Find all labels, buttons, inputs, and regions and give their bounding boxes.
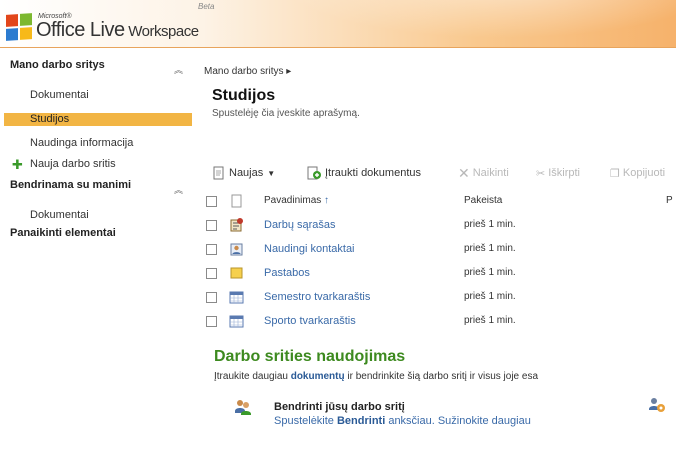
- sidebar-section-my-workspaces[interactable]: Mano darbo sritys: [10, 59, 105, 71]
- cut-button[interactable]: ✂ Iškirpti: [536, 164, 580, 182]
- task-list-icon: [230, 218, 243, 232]
- upload-icon: [307, 166, 321, 180]
- calendar-icon: [229, 291, 244, 304]
- row-modified: prieš 1 min.: [464, 291, 516, 302]
- column-header-name[interactable]: Pavadinimas ↑: [264, 195, 329, 206]
- scissors-icon: ✂: [536, 167, 546, 180]
- table-header: Pavadinimas ↑ Pakeista P: [204, 193, 676, 213]
- row-name[interactable]: Semestro tvarkaraštis: [264, 291, 370, 303]
- collapse-icon[interactable]: ︽: [174, 183, 183, 196]
- new-document-icon: [213, 166, 224, 180]
- app-header: Microsoft® Office Live Workspace Beta: [0, 0, 676, 48]
- column-header-extra[interactable]: P: [666, 195, 673, 206]
- row-name[interactable]: Naudingi kontaktai: [264, 243, 355, 255]
- contacts-icon: [230, 243, 243, 256]
- row-name[interactable]: Darbų sąrašas: [264, 219, 336, 231]
- delete-button[interactable]: ✕ Naikinti: [458, 164, 509, 182]
- table-row[interactable]: Semestro tvarkaraštis prieš 1 min.: [204, 289, 676, 309]
- copy-icon: ❐: [610, 167, 620, 180]
- sidebar-item-useful-info[interactable]: Naudinga informacija: [30, 137, 133, 149]
- row-checkbox[interactable]: [206, 220, 217, 231]
- upload-documents-button[interactable]: Įtraukti dokumentus: [306, 164, 421, 182]
- collapse-icon[interactable]: ︽: [174, 63, 183, 76]
- new-workspace-link[interactable]: Nauja darbo sritis: [30, 158, 116, 170]
- row-name[interactable]: Pastabos: [264, 267, 310, 279]
- sidebar-item-shared-documents[interactable]: Dokumentai: [30, 209, 89, 221]
- column-header-modified[interactable]: Pakeista: [464, 195, 502, 206]
- new-button[interactable]: Naujas ▼: [212, 164, 275, 182]
- table-row[interactable]: Sporto tvarkaraštis prieš 1 min.: [204, 313, 676, 333]
- header-decoration: [240, 0, 676, 48]
- product-name: Office Live Workspace: [36, 19, 199, 41]
- copy-button[interactable]: ❐ Kopijuoti: [610, 164, 665, 182]
- table-row[interactable]: Pastabos prieš 1 min.: [204, 265, 676, 285]
- plus-icon[interactable]: ✚: [12, 158, 23, 171]
- calendar-icon: [229, 315, 244, 328]
- delete-icon: ✕: [458, 164, 470, 181]
- share-workspace-title[interactable]: Bendrinti jūsų darbo sritį: [274, 401, 405, 413]
- sidebar-item-documents[interactable]: Dokumentai: [30, 89, 89, 101]
- office-live-logo[interactable]: Microsoft® Office Live Workspace: [6, 8, 199, 41]
- sidebar-section-deleted[interactable]: Panaikinti elementai: [10, 227, 116, 239]
- sidebar-item-studijos[interactable]: Studijos: [4, 113, 192, 126]
- dropdown-arrow-icon: ▼: [267, 168, 276, 178]
- row-name[interactable]: Sporto tvarkaraštis: [264, 315, 356, 327]
- usage-section-title: Darbo srities naudojimas: [214, 348, 406, 365]
- breadcrumb[interactable]: Mano darbo sritys ▸: [204, 66, 291, 77]
- table-row[interactable]: Darbų sąrašas prieš 1 min.: [204, 217, 676, 237]
- document-type-icon: [231, 194, 242, 208]
- row-modified: prieš 1 min.: [464, 315, 516, 326]
- sort-arrow-icon: ↑: [324, 195, 330, 206]
- share-workspace-icon: [235, 400, 251, 415]
- beta-label: Beta: [198, 2, 215, 11]
- chevron-right-icon: ▸: [286, 66, 292, 77]
- row-checkbox[interactable]: [206, 244, 217, 255]
- row-modified: prieš 1 min.: [464, 243, 516, 254]
- usage-section-text: Įtraukite daugiau dokumentų ir bendrinki…: [214, 371, 539, 382]
- table-row[interactable]: Naudingi kontaktai prieš 1 min.: [204, 241, 676, 261]
- page-title: Studijos: [212, 87, 276, 104]
- sidebar-section-shared[interactable]: Bendrinama su manimi: [10, 179, 131, 191]
- select-all-checkbox[interactable]: [206, 196, 217, 207]
- office-logo-icon: [6, 13, 32, 41]
- row-modified: prieš 1 min.: [464, 267, 516, 278]
- people-settings-icon[interactable]: [648, 396, 666, 414]
- row-checkbox[interactable]: [206, 292, 217, 303]
- toolbar: Naujas ▼ Įtraukti dokumentus ✕ Naikinti …: [210, 164, 676, 182]
- row-checkbox[interactable]: [206, 316, 217, 327]
- share-workspace-text[interactable]: Spustelėkite Bendrinti anksčiau. Sužinok…: [274, 415, 574, 428]
- row-modified: prieš 1 min.: [464, 219, 516, 230]
- documents-link[interactable]: dokumentų: [291, 371, 345, 382]
- page-description[interactable]: Spustelėję čia įveskite aprašymą.: [212, 108, 360, 119]
- row-checkbox[interactable]: [206, 268, 217, 279]
- sidebar: Mano darbo sritys ︽ Dokumentai Studijos …: [0, 49, 198, 450]
- notes-icon: [230, 267, 243, 279]
